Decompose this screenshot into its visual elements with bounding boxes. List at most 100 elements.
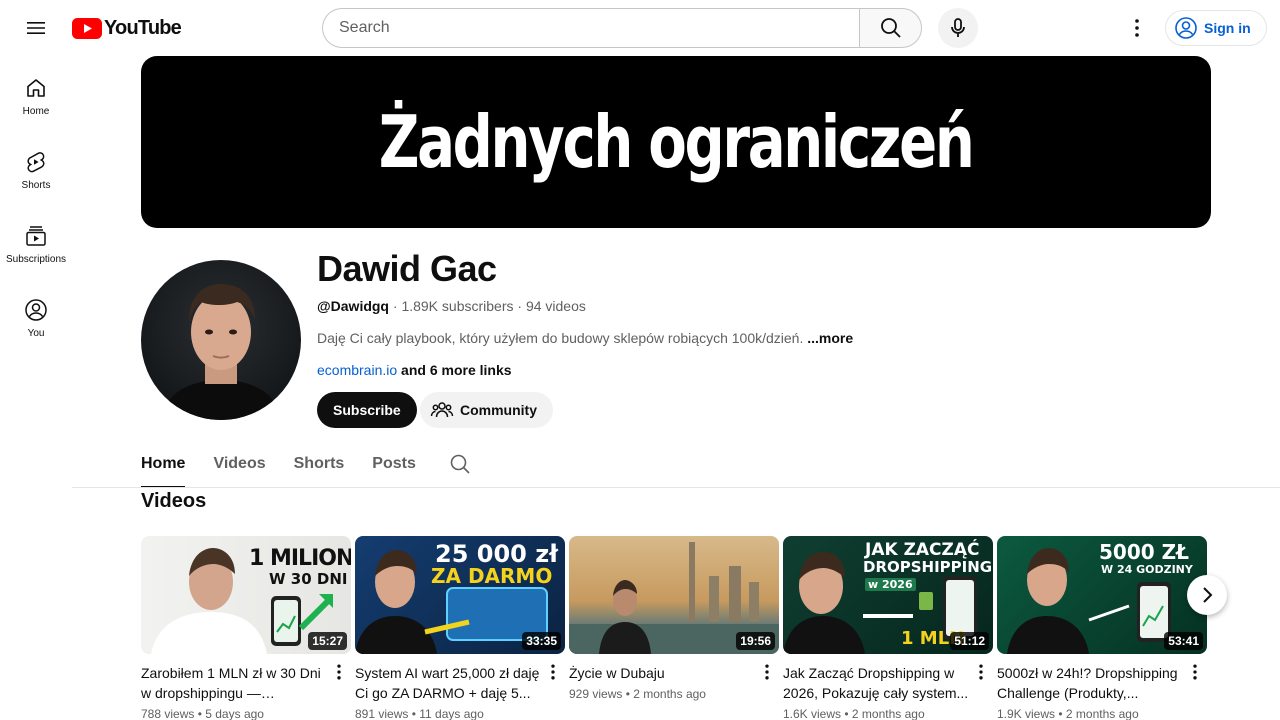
microphone-icon (951, 18, 965, 37)
nav-item-you[interactable]: You (0, 278, 72, 352)
tab-posts[interactable]: Posts (372, 440, 416, 488)
video-thumbnail[interactable]: 19:56 (569, 536, 779, 654)
more-vert-icon (337, 664, 341, 680)
video-thumbnail[interactable]: 5000 ZŁ W 24 GODZINY 53:41 (997, 536, 1207, 654)
video-meta: 1.9K views • 2 months ago (997, 707, 1139, 720)
channel-links: ecombrain.io and 6 more links (317, 362, 512, 378)
video-menu-button[interactable] (969, 660, 993, 684)
tab-home[interactable]: Home (141, 440, 186, 488)
thumbnail-headline: 1 MILION ZŁ (249, 546, 351, 571)
subscriptions-icon (26, 226, 46, 246)
video-card[interactable]: 25 000 zł ZA DARMO 33:35 System AI wart … (355, 536, 565, 720)
video-title[interactable]: System AI wart 25,000 zł daję Ci go ZA D… (355, 663, 541, 703)
video-age: 5 days ago (205, 707, 264, 720)
video-menu-button[interactable] (327, 660, 351, 684)
banner-text: Żadnych ograniczeń (379, 100, 975, 184)
shorts-icon (27, 152, 45, 173)
video-thumbnail[interactable]: 25 000 zł ZA DARMO 33:35 (355, 536, 565, 654)
video-thumbnail[interactable]: 1 MILION ZŁ W 30 DNI 15:27 (141, 536, 351, 654)
tab-shorts[interactable]: Shorts (294, 440, 345, 488)
description-more-link[interactable]: ...more (807, 330, 853, 346)
search-bar (322, 8, 922, 48)
video-menu-button[interactable] (541, 660, 565, 684)
avatar-portrait (161, 284, 281, 420)
video-duration: 19:56 (736, 632, 775, 650)
video-age: 2 months ago (1065, 707, 1139, 720)
nav-label-you: You (27, 328, 45, 339)
tabs-divider (72, 487, 1280, 488)
hamburger-icon (27, 22, 45, 34)
sign-in-label: Sign in (1204, 20, 1251, 36)
thumbnail-headline: JAK ZACZĄĆ (865, 540, 980, 560)
voice-search-button[interactable] (938, 8, 978, 48)
search-button[interactable] (859, 8, 922, 48)
video-card[interactable]: JAK ZACZĄĆ DROPSHIPPING w 2026 1 MLN 51:… (783, 536, 993, 720)
more-links-button[interactable]: and 6 more links (401, 362, 511, 378)
video-duration: 15:27 (308, 632, 347, 650)
video-menu-button[interactable] (1183, 660, 1207, 684)
community-button[interactable]: Community (420, 392, 553, 428)
nav-label-home: Home (22, 106, 50, 117)
search-icon (450, 454, 470, 474)
subscriber-count: 1.89K subscribers (401, 298, 514, 314)
video-meta: 1.6K views • 2 months ago (783, 707, 925, 720)
channel-meta: @Dawidgq · 1.89K subscribers · 94 videos (317, 298, 586, 314)
top-bar: YouTube Sign in (0, 0, 1280, 56)
left-nav: Home Shorts Subscriptions You (0, 56, 72, 352)
search-input[interactable] (322, 8, 859, 48)
thumbnail-year: w 2026 (865, 578, 916, 591)
more-vert-icon (979, 664, 983, 680)
video-card[interactable]: 5000 ZŁ W 24 GODZINY 53:41 5000zł w 24h!… (997, 536, 1207, 720)
account-circle-icon (1175, 17, 1197, 39)
video-duration: 51:12 (950, 632, 989, 650)
video-title[interactable]: Życie w Dubaju (569, 663, 755, 683)
channel-handle: @Dawidgq (317, 298, 389, 314)
video-title[interactable]: Jak Zacząć Dropshipping w 2026, Pokazuję… (783, 663, 969, 703)
description-text: Daję Ci cały playbook, który użyłem do b… (317, 330, 804, 346)
section-title-videos[interactable]: Videos (141, 490, 206, 513)
channel-description[interactable]: Daję Ci cały playbook, który użyłem do b… (317, 330, 853, 346)
thumbnail-subline: ZA DARMO (431, 564, 553, 588)
home-icon (27, 79, 45, 97)
video-meta: 929 views • 2 months ago (569, 687, 706, 701)
video-views: 929 views (569, 687, 623, 701)
video-age: 11 days ago (419, 707, 484, 720)
video-thumbnail[interactable]: JAK ZACZĄĆ DROPSHIPPING w 2026 1 MLN 51:… (783, 536, 993, 654)
video-views: 891 views (355, 707, 409, 720)
sign-in-button[interactable]: Sign in (1165, 10, 1267, 46)
video-card[interactable]: 1 MILION ZŁ W 30 DNI 15:27 Zarobiłem 1 M… (141, 536, 351, 720)
channel-banner: Żadnych ograniczeń (141, 56, 1211, 228)
nav-label-shorts: Shorts (21, 180, 51, 191)
subscribe-button[interactable]: Subscribe (317, 392, 417, 428)
nav-label-subscriptions: Subscriptions (5, 254, 67, 265)
video-card[interactable]: 19:56 Życie w Dubaju 929 views • 2 month… (569, 536, 779, 701)
video-duration: 33:35 (522, 632, 561, 650)
channel-avatar (141, 260, 301, 420)
video-duration: 53:41 (1164, 632, 1203, 650)
video-title[interactable]: Zarobiłem 1 MLN zł w 30 Dni w dropshippi… (141, 663, 327, 703)
video-views: 1.9K views (997, 707, 1056, 720)
youtube-logo[interactable]: YouTube (72, 16, 182, 39)
video-views: 788 views (141, 707, 195, 720)
video-title[interactable]: 5000zł w 24h!? Dropshipping Challenge (P… (997, 663, 1183, 703)
channel-tabs: Home Videos Shorts Posts (141, 440, 480, 488)
thumbnail-subline: W 24 GODZINY (1101, 563, 1193, 576)
video-meta: 788 views • 5 days ago (141, 707, 264, 720)
menu-button[interactable] (16, 8, 56, 48)
nav-item-shorts[interactable]: Shorts (0, 130, 72, 204)
more-vert-icon (1135, 19, 1139, 37)
channel-search-button[interactable] (440, 444, 480, 484)
people-icon (430, 402, 454, 418)
channel-website-link[interactable]: ecombrain.io (317, 362, 397, 378)
nav-item-home[interactable]: Home (0, 56, 72, 130)
shelf-next-button[interactable] (1187, 575, 1227, 615)
video-meta: 891 views • 11 days ago (355, 707, 484, 720)
video-shelf: 1 MILION ZŁ W 30 DNI 15:27 Zarobiłem 1 M… (141, 536, 1211, 720)
video-count: 94 videos (525, 298, 586, 314)
tab-videos[interactable]: Videos (213, 440, 265, 488)
thumbnail-subline: W 30 DNI (269, 570, 348, 588)
settings-more-button[interactable] (1117, 8, 1157, 48)
nav-item-subscriptions[interactable]: Subscriptions (0, 204, 72, 278)
video-menu-button[interactable] (755, 660, 779, 684)
logo-text: YouTube (104, 16, 182, 39)
